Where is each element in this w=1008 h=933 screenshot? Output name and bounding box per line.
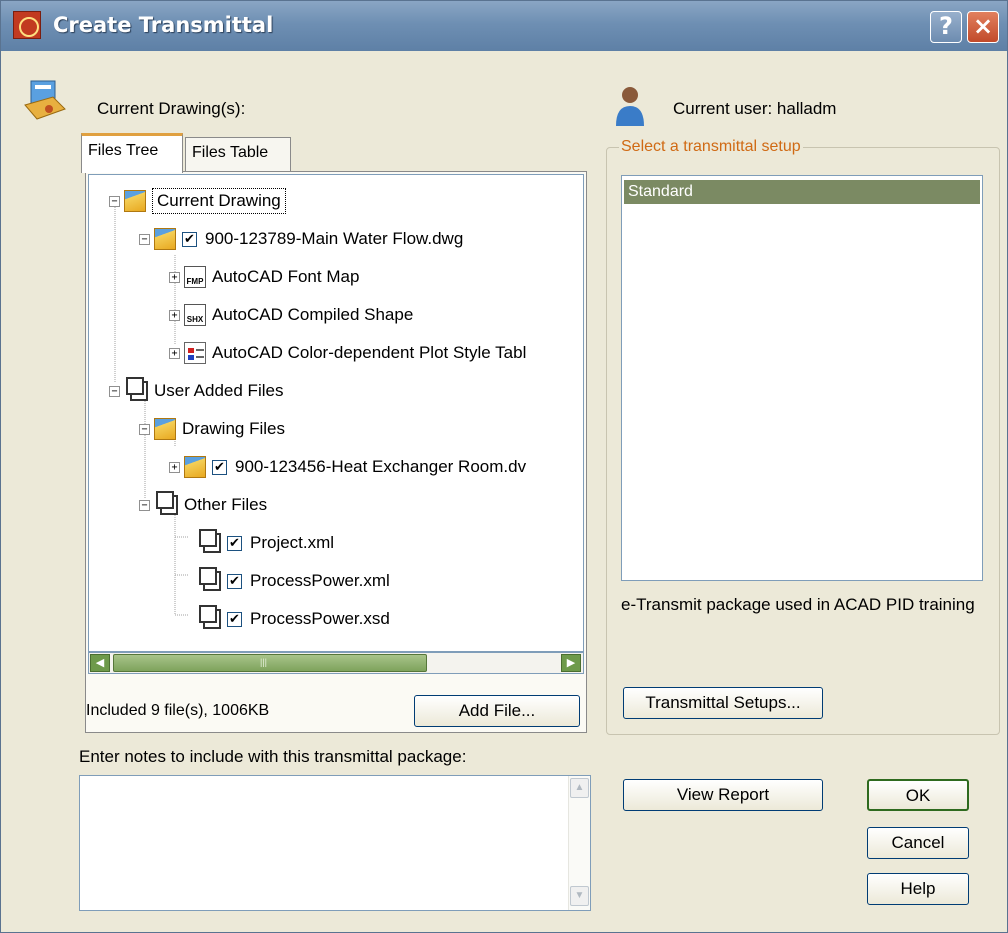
window-title: Create Transmittal: [53, 13, 274, 37]
collapse-icon[interactable]: −: [139, 423, 150, 435]
folder-drawing-icon: [124, 190, 146, 212]
folder-drawing-icon: [184, 456, 206, 478]
tree-node-label: Other Files: [184, 495, 268, 514]
include-checkbox[interactable]: ✔: [182, 231, 197, 247]
tree-node[interactable]: ✔ ProcessPower.xsd: [197, 603, 390, 635]
notes-label: Enter notes to include with this transmi…: [79, 747, 467, 766]
tree-node[interactable]: + AutoCAD Color-dependent Plot Style Tab…: [169, 337, 526, 369]
close-button[interactable]: ×: [967, 11, 999, 43]
expand-icon[interactable]: +: [169, 309, 180, 321]
include-checkbox[interactable]: ✔: [227, 611, 242, 627]
tree-node[interactable]: − Other Files: [139, 489, 267, 521]
plot-style-icon: [184, 342, 206, 364]
tab-files-table[interactable]: Files Table: [185, 137, 291, 171]
add-file-button[interactable]: Add File...: [414, 695, 580, 727]
tree-node[interactable]: + FMP AutoCAD Font Map: [169, 261, 359, 293]
expand-icon[interactable]: +: [169, 347, 180, 359]
current-drawings-label: Current Drawing(s):: [97, 99, 246, 118]
tree-node[interactable]: + ✔ 900-123456-Heat Exchanger Room.dv: [169, 451, 526, 483]
app-logo-icon: [13, 11, 41, 39]
tree-node[interactable]: − ✔ 900-123789-Main Water Flow.dwg: [139, 223, 463, 255]
ok-button[interactable]: OK: [867, 779, 969, 811]
tree-node-label: Project.xml: [250, 533, 335, 552]
help-button[interactable]: Help: [867, 873, 969, 905]
tree-node[interactable]: ✔ ProcessPower.xml: [197, 565, 390, 597]
files-tree-panel: − Current Drawing − ✔ 900-123789-Main Wa…: [85, 171, 587, 733]
tree-horizontal-scrollbar[interactable]: ◀ ||| ▶: [88, 652, 584, 674]
expand-icon[interactable]: +: [169, 461, 180, 473]
tree-node-label: AutoCAD Compiled Shape: [212, 305, 414, 324]
transmittal-setup-group-label: Select a transmittal setup: [619, 138, 803, 156]
tree-node-label: Current Drawing: [152, 188, 286, 214]
expand-icon[interactable]: +: [169, 271, 180, 283]
files-icon: [199, 567, 221, 591]
tree-node[interactable]: ✔ Project.xml: [197, 527, 334, 559]
collapse-icon[interactable]: −: [139, 233, 150, 245]
files-icon: [199, 529, 221, 553]
tab-files-tree[interactable]: Files Tree: [81, 133, 183, 173]
current-drawing-icon: [24, 80, 66, 120]
included-files-summary: Included 9 file(s), 1006KB: [86, 702, 270, 719]
cancel-button[interactable]: Cancel: [867, 827, 969, 859]
files-icon: [126, 377, 148, 401]
current-user-label: Current user: halladm: [673, 99, 837, 118]
include-checkbox[interactable]: ✔: [227, 535, 242, 551]
tree-node-label: 900-123456-Heat Exchanger Room.dv: [235, 457, 527, 476]
collapse-icon[interactable]: −: [109, 385, 120, 397]
files-icon: [156, 491, 178, 515]
tree-node-label: 900-123789-Main Water Flow.dwg: [205, 229, 464, 248]
transmittal-setup-list[interactable]: Standard: [621, 175, 983, 581]
transmittal-setups-button[interactable]: Transmittal Setups...: [623, 687, 823, 719]
tree-node-label: Drawing Files: [182, 419, 285, 438]
files-tree[interactable]: − Current Drawing − ✔ 900-123789-Main Wa…: [88, 174, 584, 652]
title-bar[interactable]: Create Transmittal ? ×: [1, 1, 1007, 51]
include-checkbox[interactable]: ✔: [212, 459, 227, 475]
scroll-up-icon[interactable]: ▲: [570, 778, 589, 798]
tree-node-label: AutoCAD Color-dependent Plot Style Tabl: [212, 343, 527, 362]
folder-drawing-icon: [154, 228, 176, 250]
tree-node-label: AutoCAD Font Map: [212, 267, 360, 286]
setup-description: e-Transmit package used in ACAD PID trai…: [621, 595, 975, 614]
tree-node[interactable]: + SHX AutoCAD Compiled Shape: [169, 299, 413, 331]
tree-node[interactable]: − Current Drawing: [109, 185, 286, 217]
view-report-button[interactable]: View Report: [623, 779, 823, 811]
files-icon: [199, 605, 221, 629]
title-help-button[interactable]: ?: [930, 11, 962, 43]
tree-node-label: ProcessPower.xsd: [250, 609, 390, 628]
scroll-thumb[interactable]: |||: [113, 654, 427, 672]
collapse-icon[interactable]: −: [139, 499, 150, 511]
compiled-shape-icon: SHX: [184, 304, 206, 326]
tree-node-label: ProcessPower.xml: [250, 571, 390, 590]
font-map-icon: FMP: [184, 266, 206, 288]
include-checkbox[interactable]: ✔: [227, 573, 242, 589]
scroll-grip-icon: |||: [260, 657, 268, 667]
scroll-down-icon[interactable]: ▼: [570, 886, 589, 906]
notes-textarea[interactable]: ▲ ▼: [79, 775, 591, 911]
setup-list-item-selected[interactable]: Standard: [624, 180, 980, 204]
notes-vertical-scrollbar[interactable]: ▲ ▼: [568, 776, 590, 910]
folder-drawing-icon: [154, 418, 176, 440]
scroll-right-icon[interactable]: ▶: [561, 654, 581, 672]
user-icon: [616, 87, 644, 126]
tree-node[interactable]: − Drawing Files: [139, 413, 285, 445]
tree-node-label: User Added Files: [154, 381, 284, 400]
collapse-icon[interactable]: −: [109, 195, 120, 207]
create-transmittal-dialog: Create Transmittal ? × Current Drawing(s…: [0, 0, 1008, 933]
tree-node[interactable]: − User Added Files: [109, 375, 283, 407]
scroll-left-icon[interactable]: ◀: [90, 654, 110, 672]
